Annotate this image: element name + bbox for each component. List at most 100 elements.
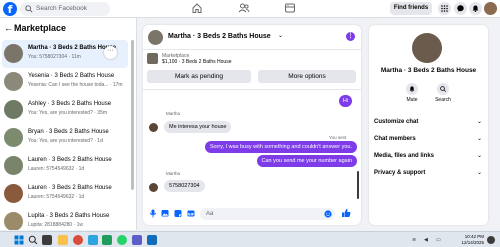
privacy-support-row[interactable]: Privacy & support ⌄	[374, 167, 484, 179]
you-sent-label: You sent	[329, 135, 347, 140]
conversation-preview: Lauren: 5754549632 · 1d	[28, 166, 85, 172]
battery-icon[interactable]: ▭	[436, 237, 441, 243]
volume-icon[interactable]: ◀	[424, 237, 428, 243]
bell-icon	[472, 5, 479, 12]
facebook-logo[interactable]: f	[3, 2, 17, 16]
outlook-icon[interactable]	[147, 235, 157, 245]
customize-chat-row[interactable]: Customize chat ⌄	[374, 116, 484, 128]
file-explorer-icon[interactable]	[58, 235, 68, 245]
wifi-icon[interactable]: ≋	[412, 237, 416, 243]
row-label: Customize chat	[374, 119, 419, 125]
task-view-icon[interactable]	[42, 235, 52, 245]
listing-image[interactable]	[147, 53, 158, 64]
conversation-item[interactable]: Lupita · 3 Beds 2 Baths House Lupita: 28…	[2, 208, 128, 230]
conversation-name: Lupita · 3 Beds 2 Baths House	[28, 213, 110, 219]
sticker-icon[interactable]	[174, 209, 182, 218]
menu-button[interactable]	[438, 2, 451, 15]
excel-icon[interactable]	[102, 235, 112, 245]
media-files-links-row[interactable]: Media, files and links ⌄	[374, 150, 484, 162]
message-input[interactable]	[206, 210, 316, 218]
sidebar-scroll-thumb[interactable]	[131, 40, 134, 190]
grid-menu-icon	[441, 5, 448, 12]
messenger-button[interactable]	[454, 2, 467, 15]
edge-icon[interactable]	[88, 235, 98, 245]
row-label: Chat members	[374, 136, 416, 142]
image-icon[interactable]	[161, 209, 169, 218]
sender-avatar[interactable]	[149, 183, 158, 192]
bell-icon	[409, 86, 415, 92]
contact-avatar[interactable]	[412, 33, 442, 63]
row-label: Media, files and links	[374, 153, 435, 159]
conversation-preview: You: Yes, are you interested? · 1d	[28, 138, 103, 144]
chat-info-button[interactable]: ⋮	[346, 32, 355, 41]
windows-start-icon[interactable]	[14, 235, 24, 245]
emoji-icon[interactable]	[324, 210, 332, 218]
conversation-name: Martha · 3 Beds 2 Baths House	[28, 45, 117, 51]
conversation-item[interactable]: Bryan · 3 Beds 2 Baths House You: Yes, a…	[2, 124, 128, 152]
listing-thumbnail	[4, 100, 23, 119]
mute-button[interactable]	[406, 83, 418, 95]
whatsapp-icon[interactable]	[117, 235, 127, 245]
thread-scrollbar[interactable]	[357, 171, 359, 199]
incoming-message: Me interesa your house	[164, 121, 232, 133]
gif-icon[interactable]: GIF	[187, 209, 195, 218]
more-options-icon[interactable]: ···	[104, 46, 117, 59]
chat-info-panel: Martha · 3 Beds 2 Baths House Mute Searc…	[369, 25, 488, 225]
chat-members-row[interactable]: Chat members ⌄	[374, 133, 484, 145]
back-arrow-icon[interactable]: ←	[4, 23, 13, 33]
search-box[interactable]: Search Facebook	[20, 2, 110, 16]
notification-center-icon[interactable]	[487, 236, 495, 244]
chat-listing-thumbnail[interactable]	[148, 30, 163, 45]
clock[interactable]: 10:42 PM 12/14/2025	[452, 234, 484, 246]
conversation-item[interactable]: Lauren · 3 Beds 2 Baths House Lauren: 57…	[2, 152, 128, 180]
outgoing-message: Sorry, I was busy with something and cou…	[204, 141, 357, 153]
listing-thumbnail	[4, 212, 23, 230]
more-options-button[interactable]: More options	[258, 70, 356, 83]
conversation-name: Ashley · 3 Beds 2 Baths House	[28, 101, 112, 107]
conversation-item[interactable]: Ashley · 3 Beds 2 Baths House You: Yes, …	[2, 96, 128, 124]
friends-icon[interactable]	[238, 2, 250, 14]
message-thread: Hi Martha Me interesa your house You sen…	[143, 91, 361, 203]
mute-label: Mute	[406, 97, 418, 103]
like-icon[interactable]	[341, 208, 351, 218]
search-conversation-button[interactable]	[437, 83, 449, 95]
teams-icon[interactable]	[132, 235, 142, 245]
chevron-down-icon: ⌄	[476, 153, 482, 159]
conversation-item[interactable]: Yesenia · 3 Beds 2 Baths House Yesenia: …	[2, 68, 128, 96]
listing-thumbnail	[4, 128, 23, 147]
message-composer: GIF	[143, 205, 361, 225]
chevron-down-icon: ⌄	[476, 136, 482, 142]
listing-thumbnail	[4, 156, 23, 175]
microphone-icon[interactable]	[149, 209, 157, 218]
windows-taskbar: ≋ ◀ ▭ 10:42 PM 12/14/2025	[0, 231, 500, 247]
search-icon[interactable]	[28, 235, 38, 245]
chevron-down-icon: ⌄	[476, 119, 482, 125]
conversation-name: Yesenia · 3 Beds 2 Baths House	[28, 73, 115, 79]
incoming-message: 5758027304	[164, 180, 205, 192]
conversation-name: Lauren · 3 Beds 2 Baths House	[28, 157, 112, 163]
sidebar-scrollbar[interactable]	[131, 40, 134, 225]
listing-thumbnail	[4, 184, 23, 203]
chevron-down-icon[interactable]: ⌄	[278, 32, 283, 39]
mark-as-pending-button[interactable]: Mark as pending	[147, 70, 251, 83]
search-icon	[25, 5, 33, 13]
search-icon	[440, 86, 446, 92]
home-icon[interactable]	[191, 2, 203, 14]
chat-panel: Martha · 3 Beds 2 Baths House ⌄ ⋮ Market…	[143, 25, 361, 225]
conversation-preview: You: 5758027304 · 11m	[28, 54, 81, 60]
conversation-item[interactable]: Lauren · 3 Beds 2 Baths House Lauren: 57…	[2, 180, 128, 208]
listing-thumbnail	[4, 72, 23, 91]
find-friends-button[interactable]: Find friends	[390, 2, 432, 15]
outgoing-message: Hi	[339, 95, 352, 107]
search-label: Search	[435, 97, 451, 103]
sender-avatar[interactable]	[149, 123, 158, 132]
search-placeholder: Search Facebook	[36, 5, 87, 12]
chat-title[interactable]: Martha · 3 Beds 2 Baths House	[168, 33, 271, 40]
message-input-field[interactable]	[200, 208, 335, 220]
chrome-icon[interactable]	[73, 235, 83, 245]
account-avatar[interactable]	[484, 2, 497, 15]
conversation-preview: You: Yes, are you interested? · 35m	[28, 110, 108, 116]
notifications-button[interactable]	[469, 2, 482, 15]
gaming-icon[interactable]	[284, 2, 296, 14]
conversation-item[interactable]: Martha · 3 Beds 2 Baths House You: 57580…	[2, 40, 128, 68]
